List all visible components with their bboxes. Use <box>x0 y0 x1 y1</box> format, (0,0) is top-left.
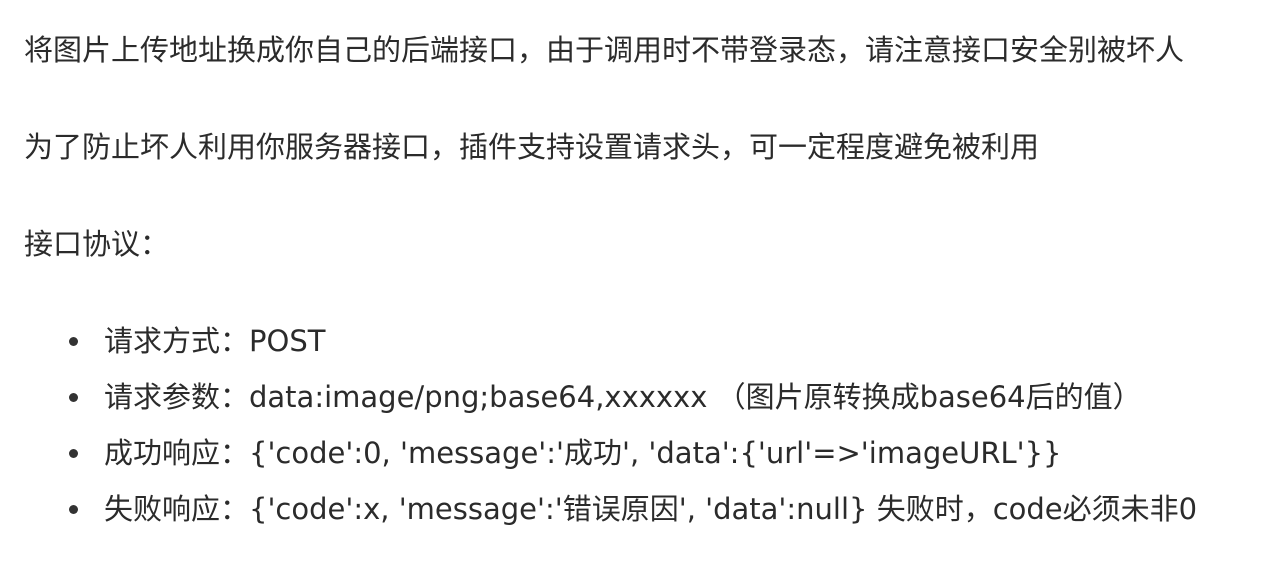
upload-address-paragraph: 将图片上传地址换成你自己的后端接口，由于调用时不带登录态，请注意接口安全别被坏人 <box>24 33 1185 67</box>
list-item-text: 请求方式：POST <box>104 324 326 358</box>
bullet-icon <box>69 337 78 346</box>
bullet-icon <box>69 505 78 514</box>
list-item-text: 请求参数：data:image/png;base64,xxxxxx （图片原转换… <box>104 380 1142 414</box>
list-item-text: 成功响应：{'code':0, 'message':'成功', 'data':{… <box>104 436 1062 470</box>
bullet-icon <box>69 393 78 402</box>
protocol-heading: 接口协议： <box>24 227 170 261</box>
document-content: 将图片上传地址换成你自己的后端接口，由于调用时不带登录态，请注意接口安全别被坏人… <box>0 0 1288 564</box>
list-item-text: 失败响应：{'code':x, 'message':'错误原因', 'data'… <box>104 492 1198 526</box>
request-header-paragraph: 为了防止坏人利用你服务器接口，插件支持设置请求头，可一定程度避免被利用 <box>24 130 1040 164</box>
bullet-icon <box>69 449 78 458</box>
